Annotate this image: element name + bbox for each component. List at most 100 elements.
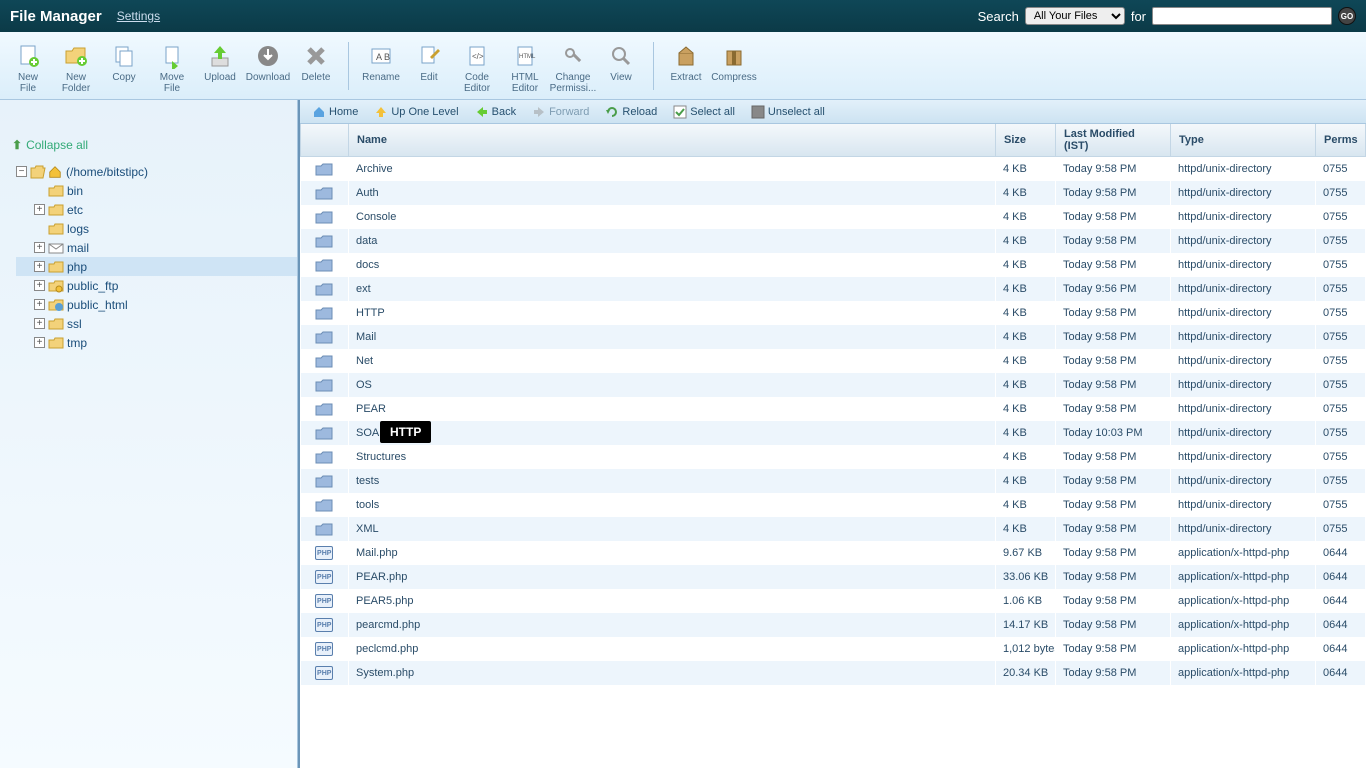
table-row[interactable]: tools4 KBToday 9:58 PMhttpd/unix-directo… <box>301 493 1366 517</box>
rename-button[interactable]: A BRename <box>357 36 405 96</box>
file-icon <box>301 325 349 349</box>
file-perms: 0755 <box>1316 253 1366 277</box>
expander-icon[interactable]: + <box>34 318 45 329</box>
change-permissions-button[interactable]: ChangePermissi... <box>549 36 597 96</box>
table-row[interactable]: HTTP4 KBToday 9:58 PMhttpd/unix-director… <box>301 301 1366 325</box>
tree-node-etc[interactable]: +etc <box>16 200 297 219</box>
up-level-button[interactable]: Up One Level <box>368 103 464 121</box>
table-row[interactable]: PEAR4 KBToday 9:58 PMhttpd/unix-director… <box>301 397 1366 421</box>
col-perms[interactable]: Perms <box>1316 124 1366 157</box>
expander-icon[interactable]: + <box>34 204 45 215</box>
table-row[interactable]: PHPMail.php9.67 KBToday 9:58 PMapplicati… <box>301 541 1366 565</box>
table-row[interactable]: Auth4 KBToday 9:58 PMhttpd/unix-director… <box>301 181 1366 205</box>
file-perms: 0644 <box>1316 565 1366 589</box>
table-row[interactable]: Mail4 KBToday 9:58 PMhttpd/unix-director… <box>301 325 1366 349</box>
file-type: httpd/unix-directory <box>1171 469 1316 493</box>
table-row[interactable]: Archive4 KBToday 9:58 PMhttpd/unix-direc… <box>301 157 1366 181</box>
table-row[interactable]: PHPSystem.php20.34 KBToday 9:58 PMapplic… <box>301 661 1366 685</box>
col-type[interactable]: Type <box>1171 124 1316 157</box>
table-row[interactable]: Net4 KBToday 9:58 PMhttpd/unix-directory… <box>301 349 1366 373</box>
select-all-button[interactable]: Select all <box>667 103 741 121</box>
expander-icon[interactable]: + <box>34 299 45 310</box>
file-modified: Today 9:58 PM <box>1056 301 1171 325</box>
delete-button[interactable]: Delete <box>292 36 340 96</box>
table-row[interactable]: SOAP4 KBToday 10:03 PMhttpd/unix-directo… <box>301 421 1366 445</box>
table-row[interactable]: OS4 KBToday 9:58 PMhttpd/unix-directory0… <box>301 373 1366 397</box>
file-type: application/x-httpd-php <box>1171 541 1316 565</box>
file-icon <box>301 157 349 181</box>
tree-node-public_ftp[interactable]: +public_ftp <box>16 276 297 295</box>
table-row[interactable]: Console4 KBToday 9:58 PMhttpd/unix-direc… <box>301 205 1366 229</box>
table-row[interactable]: PHPPEAR5.php1.06 KBToday 9:58 PMapplicat… <box>301 589 1366 613</box>
move-file-button[interactable]: MoveFile <box>148 36 196 96</box>
unselect-all-button[interactable]: Unselect all <box>745 103 831 121</box>
collapse-all-button[interactable]: ⬆ Collapse all <box>0 132 297 158</box>
code-editor-button[interactable]: </>CodeEditor <box>453 36 501 96</box>
table-row[interactable]: docs4 KBToday 9:58 PMhttpd/unix-director… <box>301 253 1366 277</box>
file-modified: Today 9:58 PM <box>1056 661 1171 685</box>
file-perms: 0755 <box>1316 349 1366 373</box>
reload-button[interactable]: Reload <box>599 103 663 121</box>
new-folder-button[interactable]: NewFolder <box>52 36 100 96</box>
file-icon <box>301 205 349 229</box>
table-row[interactable]: Structures4 KBToday 9:58 PMhttpd/unix-di… <box>301 445 1366 469</box>
table-row[interactable]: tests4 KBToday 9:58 PMhttpd/unix-directo… <box>301 469 1366 493</box>
file-modified: Today 9:58 PM <box>1056 325 1171 349</box>
file-name: PEAR5.php <box>349 589 996 613</box>
html-editor-button[interactable]: HTMLHTMLEditor <box>501 36 549 96</box>
expander-icon[interactable]: + <box>34 242 45 253</box>
table-row[interactable]: ext4 KBToday 9:56 PMhttpd/unix-directory… <box>301 277 1366 301</box>
file-icon <box>301 493 349 517</box>
search-scope-select[interactable]: All Your Files <box>1025 7 1125 25</box>
table-row[interactable]: PHPpeclcmd.php1,012 bytesToday 9:58 PMap… <box>301 637 1366 661</box>
move-file-icon <box>158 42 186 70</box>
edit-button[interactable]: Edit <box>405 36 453 96</box>
file-icon <box>301 445 349 469</box>
col-size[interactable]: Size <box>996 124 1056 157</box>
forward-icon <box>532 105 546 119</box>
col-name[interactable]: Name <box>349 124 996 157</box>
search-label: Search <box>978 9 1019 24</box>
tree-node-mail[interactable]: +mail <box>16 238 297 257</box>
tree-node-tmp[interactable]: +tmp <box>16 333 297 352</box>
tree-node-php[interactable]: +php <box>16 257 297 276</box>
col-icon[interactable] <box>301 124 349 157</box>
file-type: httpd/unix-directory <box>1171 301 1316 325</box>
file-icon: PHP <box>301 589 349 613</box>
upload-button[interactable]: Upload <box>196 36 244 96</box>
table-row[interactable]: data4 KBToday 9:58 PMhttpd/unix-director… <box>301 229 1366 253</box>
settings-link[interactable]: Settings <box>117 9 160 23</box>
view-button[interactable]: View <box>597 36 645 96</box>
expander-icon[interactable]: + <box>34 337 45 348</box>
tree-node-public_html[interactable]: +public_html <box>16 295 297 314</box>
col-modified[interactable]: Last Modified (IST) <box>1056 124 1171 157</box>
tree-node-logs[interactable]: logs <box>16 219 297 238</box>
code-editor-icon: </> <box>463 42 491 70</box>
new-file-button[interactable]: NewFile <box>4 36 52 96</box>
search-input[interactable] <box>1152 7 1332 25</box>
forward-button[interactable]: Forward <box>526 103 595 121</box>
tree-root[interactable]: − (/home/bitstipc) <box>16 162 297 181</box>
compress-button[interactable]: Compress <box>710 36 758 96</box>
file-name: Auth <box>349 181 996 205</box>
table-row[interactable]: PHPPEAR.php33.06 KBToday 9:58 PMapplicat… <box>301 565 1366 589</box>
download-button[interactable]: Download <box>244 36 292 96</box>
tree-node-bin[interactable]: bin <box>16 181 297 200</box>
expander-icon[interactable]: + <box>34 261 45 272</box>
table-row[interactable]: XML4 KBToday 9:58 PMhttpd/unix-directory… <box>301 517 1366 541</box>
file-icon <box>301 421 349 445</box>
file-name: SOAP <box>349 421 996 445</box>
expander-icon[interactable]: + <box>34 280 45 291</box>
copy-button[interactable]: Copy <box>100 36 148 96</box>
file-modified: Today 9:58 PM <box>1056 205 1171 229</box>
extract-button[interactable]: Extract <box>662 36 710 96</box>
expander-icon[interactable]: − <box>16 166 27 177</box>
back-button[interactable]: Back <box>469 103 522 121</box>
tree-node-ssl[interactable]: +ssl <box>16 314 297 333</box>
file-perms: 0755 <box>1316 229 1366 253</box>
new-file-icon <box>14 42 42 70</box>
home-button[interactable]: Home <box>306 103 364 121</box>
folder-open-icon <box>30 165 46 179</box>
search-go-button[interactable]: GO <box>1338 7 1356 25</box>
table-row[interactable]: PHPpearcmd.php14.17 KBToday 9:58 PMappli… <box>301 613 1366 637</box>
